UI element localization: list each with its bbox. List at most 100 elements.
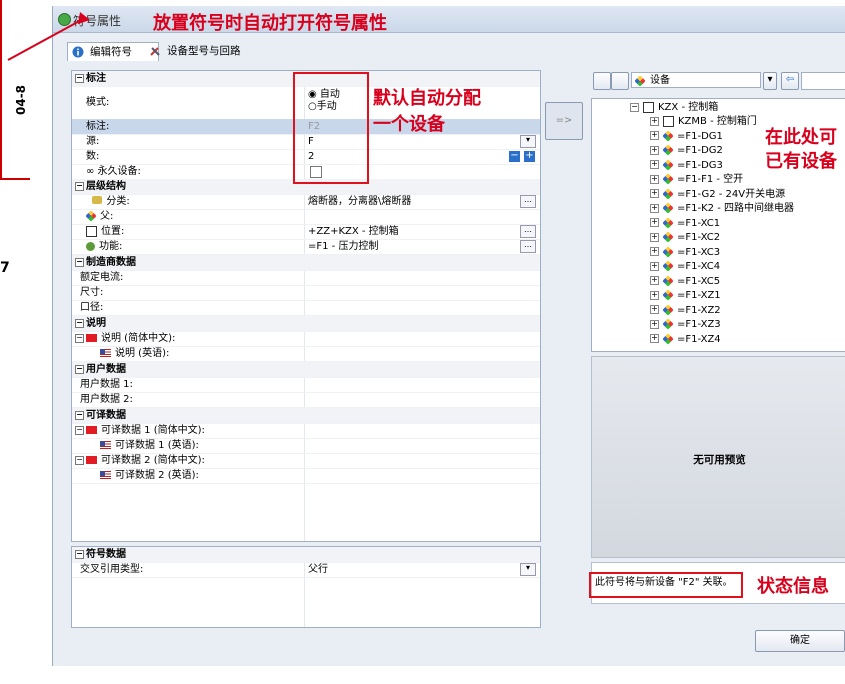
expand-icon[interactable]: + — [650, 261, 659, 271]
expand-icon[interactable]: + — [650, 232, 659, 242]
section-description[interactable]: − 说明 — [72, 316, 540, 332]
row-user-data-2[interactable]: 用户数据 2: — [72, 392, 540, 408]
expand-icon[interactable]: + — [650, 145, 659, 155]
location-value[interactable]: +ZZ+KZX - 控制箱 — [308, 224, 518, 239]
device-icon — [662, 231, 674, 243]
row-user-data-1[interactable]: 用户数据 1: — [72, 377, 540, 393]
row-category[interactable]: 分类: 熔断器，分离器\熔断器 … — [72, 194, 540, 210]
row-xref-type[interactable]: 交叉引用类型: 父行 ▾ — [72, 562, 540, 578]
collapse-icon[interactable]: − — [75, 182, 84, 191]
row-desc-cn[interactable]: − 说明 (简体中文): — [72, 331, 540, 347]
tree-root[interactable]: − KZX - 控制箱 — [630, 101, 718, 115]
expand-icon[interactable]: + — [650, 160, 659, 169]
expand-icon[interactable]: + — [650, 116, 659, 126]
row-function[interactable]: 功能: =F1 - 压力控制 … — [72, 239, 540, 255]
expand-icon[interactable]: + — [650, 247, 659, 256]
expand-icon[interactable]: + — [650, 276, 659, 285]
row-parent[interactable]: 父: — [72, 209, 540, 225]
xref-value[interactable]: 父行 — [308, 562, 518, 577]
tree-item[interactable]: + =F1-F1 - 空开 — [650, 173, 743, 187]
increment-button[interactable]: + — [524, 151, 535, 162]
tree-item[interactable]: + =F1-XZ4 — [650, 332, 721, 347]
collapse-icon[interactable]: − — [630, 102, 639, 112]
expand-icon[interactable]: + — [650, 319, 659, 329]
device-icon — [662, 202, 674, 214]
section-translatable[interactable]: − 可译数据 — [72, 408, 540, 424]
section-user-data[interactable]: − 用户数据 — [72, 362, 540, 378]
chevron-down-icon[interactable]: ▾ — [763, 72, 777, 90]
xref-dropdown-button[interactable]: ▾ — [520, 563, 536, 576]
collapse-icon[interactable]: − — [75, 334, 84, 343]
device-icon — [634, 75, 646, 87]
tree-item[interactable]: + =F1-XZ1 — [650, 289, 721, 303]
highlight-mode-box — [293, 72, 369, 184]
tree-item[interactable]: + =F1-DG2 — [650, 144, 723, 158]
device-search-input[interactable] — [801, 72, 845, 90]
expand-icon[interactable]: + — [650, 290, 659, 300]
annotation-arrow — [7, 12, 90, 61]
tree-item[interactable]: + =F1-DG3 — [650, 158, 723, 173]
device-type-select[interactable]: 设备 — [631, 72, 761, 88]
tab-device-model[interactable]: 设备型号与回路 — [145, 42, 271, 60]
tree-item[interactable]: + =F1-XZ2 — [650, 303, 721, 318]
device-icon — [662, 303, 674, 316]
annotation-title-note: 放置符号时自动打开符号属性 — [153, 13, 387, 34]
row-trans1-cn[interactable]: − 可译数据 1 (简体中文): — [72, 423, 540, 439]
tree-item[interactable]: + =F1-K2 - 四路中间继电器 — [650, 202, 794, 216]
symbol-data-panel: − 符号数据 交叉引用类型: 父行 ▾ — [71, 546, 541, 628]
collapse-icon[interactable]: − — [75, 456, 84, 465]
collapse-icon[interactable]: − — [75, 365, 84, 374]
assign-button[interactable]: => — [545, 102, 583, 140]
preview-text: 无可用预览 — [693, 454, 746, 466]
desc-cn-label: 说明 (简体中文): — [86, 331, 304, 346]
device-icon — [662, 216, 674, 229]
source-dropdown-button[interactable]: ▾ — [520, 135, 536, 148]
row-trans1-en[interactable]: 可译数据 1 (英语): — [72, 438, 540, 454]
drawing-canvas — [0, 0, 60, 684]
expand-icon[interactable]: + — [650, 203, 659, 213]
tree-item[interactable]: + =F1-G2 - 24V开关电源 — [650, 187, 785, 202]
tree-item[interactable]: + =F1-XC1 — [650, 216, 720, 231]
section-symbol-data[interactable]: − 符号数据 — [72, 547, 540, 563]
tree-view-icon[interactable] — [593, 72, 611, 90]
desc-en-label: 说明 (英语): — [100, 346, 318, 361]
tree-item[interactable]: + =F1-XC4 — [650, 260, 720, 274]
expand-icon[interactable]: + — [650, 189, 659, 198]
device-icon — [662, 260, 674, 272]
collapse-icon[interactable]: − — [75, 411, 84, 420]
expand-icon[interactable]: + — [650, 174, 659, 184]
category-browse-button[interactable]: … — [520, 195, 536, 208]
expand-icon[interactable]: + — [650, 131, 659, 140]
tree-item[interactable]: + =F1-XC2 — [650, 231, 720, 245]
row-location[interactable]: 位置: +ZZ+KZX - 控制箱 … — [72, 224, 540, 240]
row-rated-current[interactable]: 额定电流: — [72, 270, 540, 286]
row-size[interactable]: 尺寸: — [72, 285, 540, 301]
row-trans2-cn[interactable]: − 可译数据 2 (简体中文): — [72, 453, 540, 469]
tree-filter-icon[interactable] — [611, 72, 629, 90]
tree-item[interactable]: + =F1-XC3 — [650, 245, 720, 260]
collapse-icon[interactable]: − — [75, 550, 84, 559]
row-desc-en[interactable]: 说明 (英语): — [72, 346, 540, 362]
back-arrow-icon[interactable]: ⇦ — [781, 72, 799, 90]
row-trans2-en[interactable]: 可译数据 2 (英语): — [72, 468, 540, 484]
collapse-icon[interactable]: − — [75, 319, 84, 328]
collapse-icon[interactable]: − — [75, 426, 84, 435]
expand-icon[interactable]: + — [650, 334, 659, 343]
tree-item[interactable]: + =F1-XZ3 — [650, 318, 721, 332]
category-value[interactable]: 熔断器，分离器\熔断器 — [308, 194, 518, 209]
section-manufacturer[interactable]: − 制造商数据 — [72, 255, 540, 271]
collapse-icon[interactable]: − — [75, 258, 84, 267]
decrement-button[interactable]: − — [509, 151, 520, 162]
tree-item[interactable]: + KZMB - 控制箱门 — [650, 115, 757, 129]
expand-icon[interactable]: + — [650, 218, 659, 227]
device-icon — [662, 129, 674, 142]
row-caliber[interactable]: 口径: — [72, 300, 540, 316]
function-value[interactable]: =F1 - 压力控制 — [308, 239, 518, 254]
tree-item[interactable]: + =F1-DG1 — [650, 129, 723, 144]
expand-icon[interactable]: + — [650, 305, 659, 314]
function-browse-button[interactable]: … — [520, 240, 536, 253]
category-label: 分类: — [86, 194, 304, 209]
tree-item[interactable]: + =F1-XC5 — [650, 274, 720, 289]
location-browse-button[interactable]: … — [520, 225, 536, 238]
ok-button[interactable]: 确定 — [755, 630, 845, 652]
